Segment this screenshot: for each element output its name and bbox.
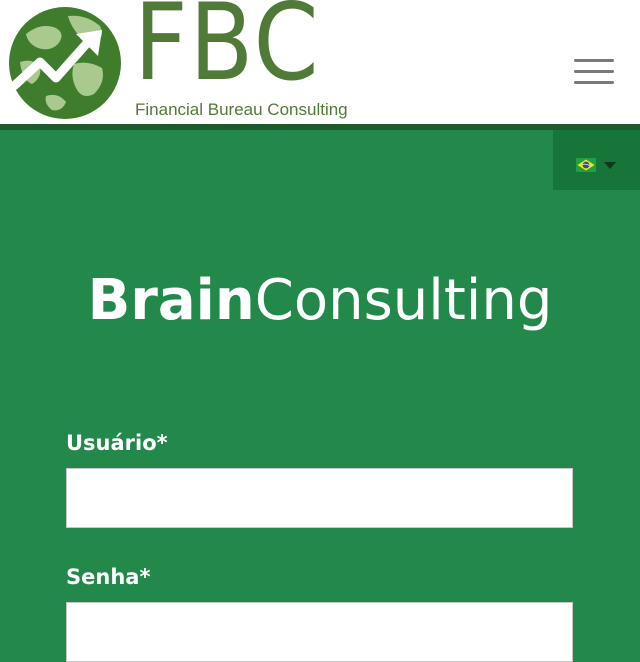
logo-letters: FBC xyxy=(134,0,321,104)
login-form: Usuário* Senha* xyxy=(66,428,573,662)
brazil-flag-icon xyxy=(576,158,596,172)
brand-title-light: Consulting xyxy=(254,268,553,333)
hamburger-menu-icon[interactable] xyxy=(572,55,616,87)
logo-tagline: Financial Bureau Consulting xyxy=(135,100,348,119)
username-input[interactable] xyxy=(66,468,573,528)
brand-title-bold: Brain xyxy=(87,268,255,333)
globe-logo-icon xyxy=(9,7,121,119)
username-label: Usuário* xyxy=(66,431,168,455)
caret-down-icon xyxy=(604,162,616,169)
fbc-logo[interactable]: FBC Financial Bureau Consulting xyxy=(6,0,348,122)
language-selector[interactable] xyxy=(553,130,640,190)
brand-title: BrainConsulting xyxy=(0,268,640,334)
menu-bar-top xyxy=(574,59,614,62)
menu-bar-bottom xyxy=(574,81,614,84)
menu-bar-middle xyxy=(574,70,614,73)
header: FBC Financial Bureau Consulting xyxy=(0,0,640,124)
password-label: Senha* xyxy=(66,565,151,589)
password-input[interactable] xyxy=(66,602,573,662)
header-divider xyxy=(0,124,640,130)
